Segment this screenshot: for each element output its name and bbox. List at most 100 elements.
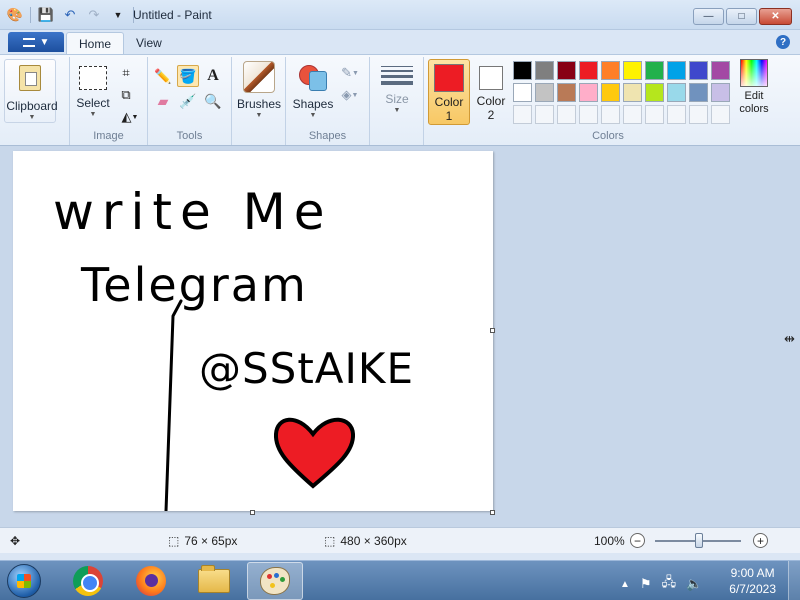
size-button[interactable]: Size ▼ xyxy=(374,63,420,114)
palette-swatch-row2-6[interactable] xyxy=(623,83,642,102)
palette-swatch-row1-4[interactable] xyxy=(579,61,598,80)
edit-colors-button[interactable]: Edit colors xyxy=(734,59,774,116)
palette-swatch-custom-9[interactable] xyxy=(689,105,708,124)
paint-app-icon[interactable]: 🎨 xyxy=(6,6,24,24)
action-center-icon[interactable]: ⚑ xyxy=(640,576,652,592)
drawing-svg: write Me Telegram @SStAIKE xyxy=(53,183,414,513)
network-icon[interactable]: 🖧 xyxy=(662,573,677,595)
selection-size-value: 76 × 65px xyxy=(184,534,238,548)
qat-divider xyxy=(30,7,31,23)
tray-expand-icon[interactable]: ▲ xyxy=(620,579,630,590)
canvas-resize-handle-corner[interactable] xyxy=(490,510,495,515)
minimize-button[interactable]: — xyxy=(693,8,724,25)
palette-swatch-row1-7[interactable] xyxy=(645,61,664,80)
close-button[interactable]: ✕ xyxy=(759,8,792,25)
palette-swatch-custom-2[interactable] xyxy=(535,105,554,124)
palette-swatch-custom-4[interactable] xyxy=(579,105,598,124)
palette-swatch-row1-9[interactable] xyxy=(689,61,708,80)
cursor-position: ✥ xyxy=(10,534,20,548)
palette-swatch-custom-5[interactable] xyxy=(601,105,620,124)
palette-swatch-row2-1[interactable] xyxy=(513,83,532,102)
window-title: Untitled - Paint xyxy=(133,8,212,22)
image-group: Select ▼ ⌗ ⧉ ◭ ▼ Image xyxy=(70,57,148,145)
taskbar-paint[interactable] xyxy=(247,562,303,600)
drawing-text-line3: @SStAIKE xyxy=(199,344,414,393)
chevron-down-icon: ▼ xyxy=(393,107,401,114)
color2-label: Color 2 xyxy=(476,94,506,122)
minus-icon: − xyxy=(633,533,641,548)
shapes-label: Shapes xyxy=(292,97,334,111)
maximize-button[interactable]: □ xyxy=(726,8,757,25)
zoom-slider-thumb[interactable] xyxy=(695,533,703,548)
undo-icon[interactable]: ↶ xyxy=(61,6,79,24)
zoom-in-button[interactable]: + xyxy=(753,533,768,548)
palette-swatch-row2-9[interactable] xyxy=(689,83,708,102)
zoom-out-button[interactable]: − xyxy=(630,533,645,548)
tab-home[interactable]: Home xyxy=(66,32,125,54)
tab-view[interactable]: View xyxy=(124,32,174,54)
palette-swatch-row2-8[interactable] xyxy=(667,83,686,102)
palette-swatch-row1-10[interactable] xyxy=(711,61,730,80)
palette-swatch-custom-6[interactable] xyxy=(623,105,642,124)
color2-button[interactable]: Color 2 xyxy=(472,59,510,125)
start-button[interactable] xyxy=(4,562,44,600)
palette-swatch-row2-7[interactable] xyxy=(645,83,664,102)
close-icon: ✕ xyxy=(771,11,780,22)
select-button[interactable]: Select ▼ xyxy=(74,57,112,118)
file-menu-button[interactable]: ▼ xyxy=(8,32,64,52)
select-label: Select xyxy=(76,96,110,110)
taskbar-chrome[interactable] xyxy=(60,562,116,600)
palette-swatch-row1-8[interactable] xyxy=(667,61,686,80)
palette-swatch-row2-10[interactable] xyxy=(711,83,730,102)
palette-swatch-row1-2[interactable] xyxy=(535,61,554,80)
canvas-resize-handle-bottom[interactable] xyxy=(250,510,255,515)
rotate-icon[interactable]: ◭ ▼ xyxy=(116,107,144,127)
fill-icon[interactable]: 🪣 xyxy=(177,65,199,87)
palette-swatch-row2-2[interactable] xyxy=(535,83,554,102)
brushes-button[interactable]: Brushes ▼ xyxy=(234,61,284,119)
shapes-button[interactable]: Shapes ▼ xyxy=(290,61,336,119)
taskbar-explorer[interactable] xyxy=(186,562,242,600)
canvas-size: ⬚ 480 × 360px xyxy=(324,534,407,548)
magnifier-icon[interactable]: 🔍 xyxy=(202,90,224,112)
palette-swatch-row2-5[interactable] xyxy=(601,83,620,102)
palette-swatch-custom-10[interactable] xyxy=(711,105,730,124)
drawing-text-line1: write Me xyxy=(53,183,333,241)
palette-swatch-row1-3[interactable] xyxy=(557,61,576,80)
palette-swatch-row2-4[interactable] xyxy=(579,83,598,102)
redo-icon[interactable]: ↷ xyxy=(85,6,103,24)
drawing-canvas[interactable]: write Me Telegram @SStAIKE xyxy=(13,151,493,513)
windows-logo-icon xyxy=(7,564,41,598)
shape-fill-icon[interactable]: ◈ ▼ xyxy=(336,85,364,105)
window-controls: — □ ✕ xyxy=(693,8,792,25)
help-icon[interactable]: ? xyxy=(776,35,790,49)
taskbar-firefox[interactable] xyxy=(123,562,179,600)
volume-icon[interactable]: 🔈 xyxy=(686,576,702,592)
palette-swatch-custom-7[interactable] xyxy=(645,105,664,124)
image-group-label: Image xyxy=(93,130,124,142)
palette-swatch-row1-5[interactable] xyxy=(601,61,620,80)
pencil-icon[interactable]: ✏️ xyxy=(152,65,174,87)
palette-swatch-row1-6[interactable] xyxy=(623,61,642,80)
palette-swatch-custom-8[interactable] xyxy=(667,105,686,124)
palette-swatch-row2-3[interactable] xyxy=(557,83,576,102)
clock[interactable]: 9:00 AM 6/7/2023 xyxy=(729,565,776,597)
outline-icon[interactable]: ✎ ▼ xyxy=(336,63,364,83)
text-icon[interactable]: A xyxy=(202,65,224,87)
color1-button[interactable]: Color 1 xyxy=(428,59,470,125)
save-icon[interactable]: 💾 xyxy=(37,6,55,24)
resize-icon[interactable]: ⧉ xyxy=(116,85,136,105)
crop-icon[interactable]: ⌗ xyxy=(116,63,136,83)
palette-swatch-row1-1[interactable] xyxy=(513,61,532,80)
zoom-level: 100% xyxy=(594,534,625,548)
palette-swatch-custom-1[interactable] xyxy=(513,105,532,124)
show-desktop-button[interactable] xyxy=(788,561,800,600)
eraser-icon[interactable]: ▰ xyxy=(152,90,174,112)
palette-swatch-custom-3[interactable] xyxy=(557,105,576,124)
color-picker-icon[interactable]: 💉 xyxy=(177,90,199,112)
color1-swatch xyxy=(434,64,464,92)
ribbon-tabs: ▼ Home View ? xyxy=(0,30,800,54)
customize-qat-icon[interactable]: ▼ xyxy=(109,6,127,24)
canvas-resize-handle-right[interactable] xyxy=(490,328,495,333)
plus-icon: + xyxy=(756,533,764,548)
